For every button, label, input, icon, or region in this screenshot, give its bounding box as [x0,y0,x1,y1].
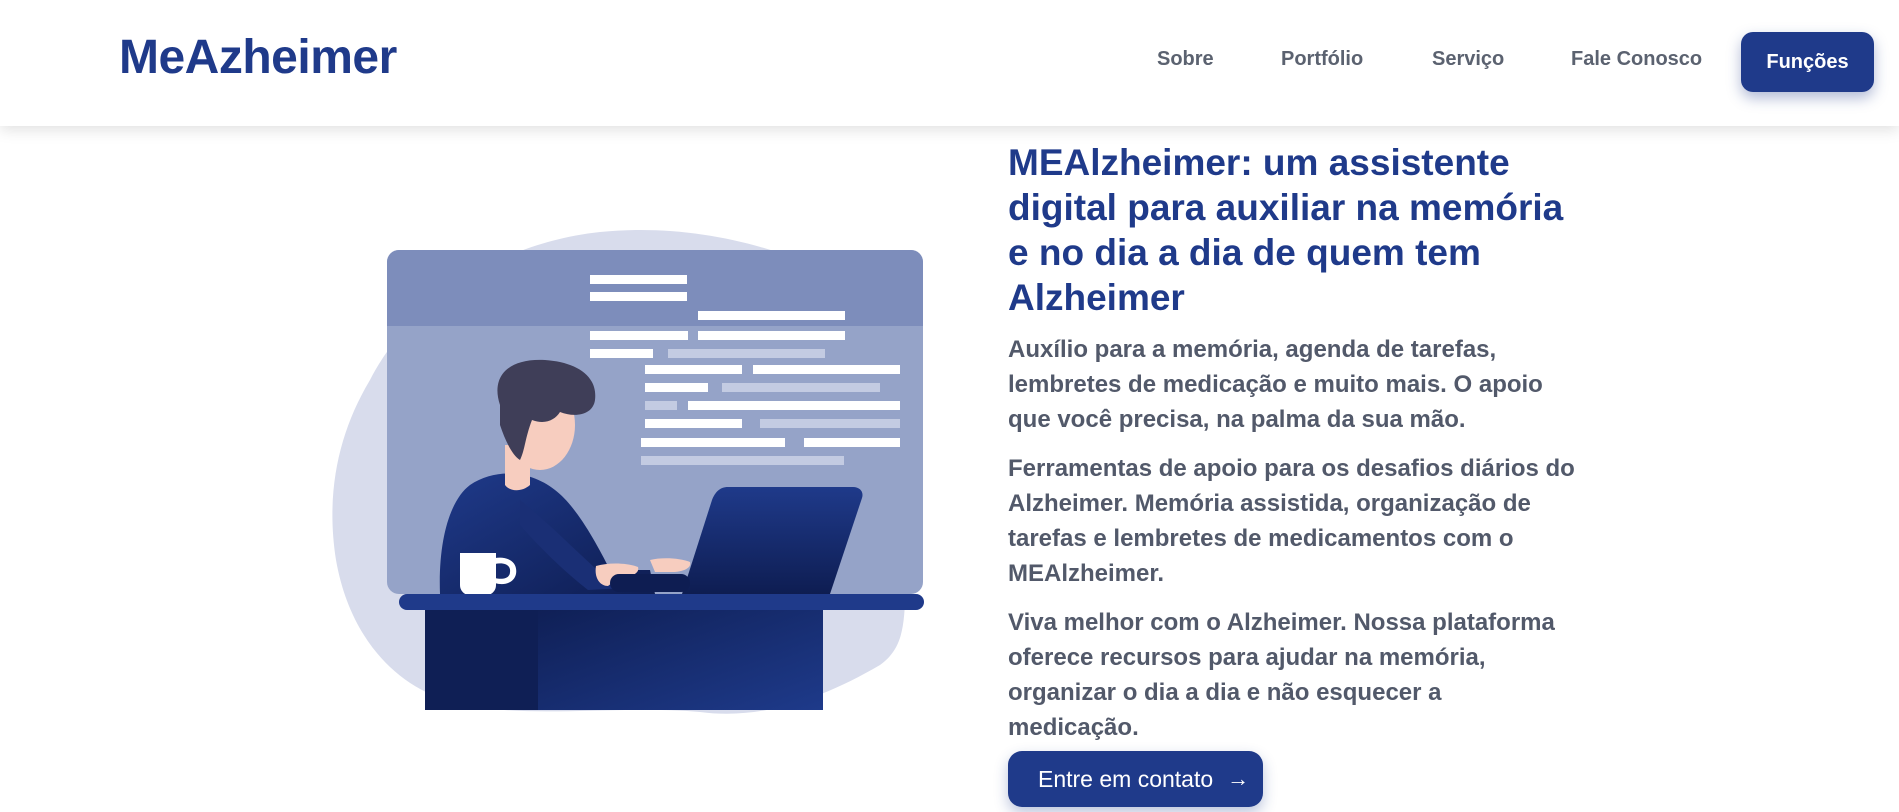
contact-button[interactable]: Entre em contato → [1008,751,1263,807]
nav-link-portfolio[interactable]: Portfólio [1281,48,1363,71]
hero-paragraph-1: Auxílio para a memória, agenda de tarefa… [1008,336,1543,433]
site-header: MeAzheimer Sobre Portfólio Serviço Fale … [0,0,1899,126]
hero-illustration [332,229,924,714]
desk-top [399,594,924,610]
arrow-right-icon: → [1227,766,1250,791]
hero-paragraph-3: Viva melhor com o Alzheimer. Nossa plata… [1008,609,1555,741]
desk-left-panel [425,606,538,710]
hero-headline: MEAlzheimer: um assistente digital para … [1008,142,1564,318]
contact-button-label: Entre em contato [1038,765,1214,792]
nav-link-servico[interactable]: Serviço [1432,48,1504,71]
funcoes-button[interactable]: Funções [1741,32,1874,92]
laptop-base [610,574,690,592]
logo[interactable]: MeAzheimer [119,30,397,85]
hero-paragraph-2: Ferramentas de apoio para os desafios di… [1008,455,1575,587]
hero-content: MEAlzheimer: um assistente digital para … [1008,140,1578,745]
nav-link-fale-conosco[interactable]: Fale Conosco [1571,48,1702,71]
person-hand-right [650,558,691,572]
desk-right-panel [538,606,823,710]
nav-link-sobre[interactable]: Sobre [1157,48,1214,71]
mug [460,553,496,596]
